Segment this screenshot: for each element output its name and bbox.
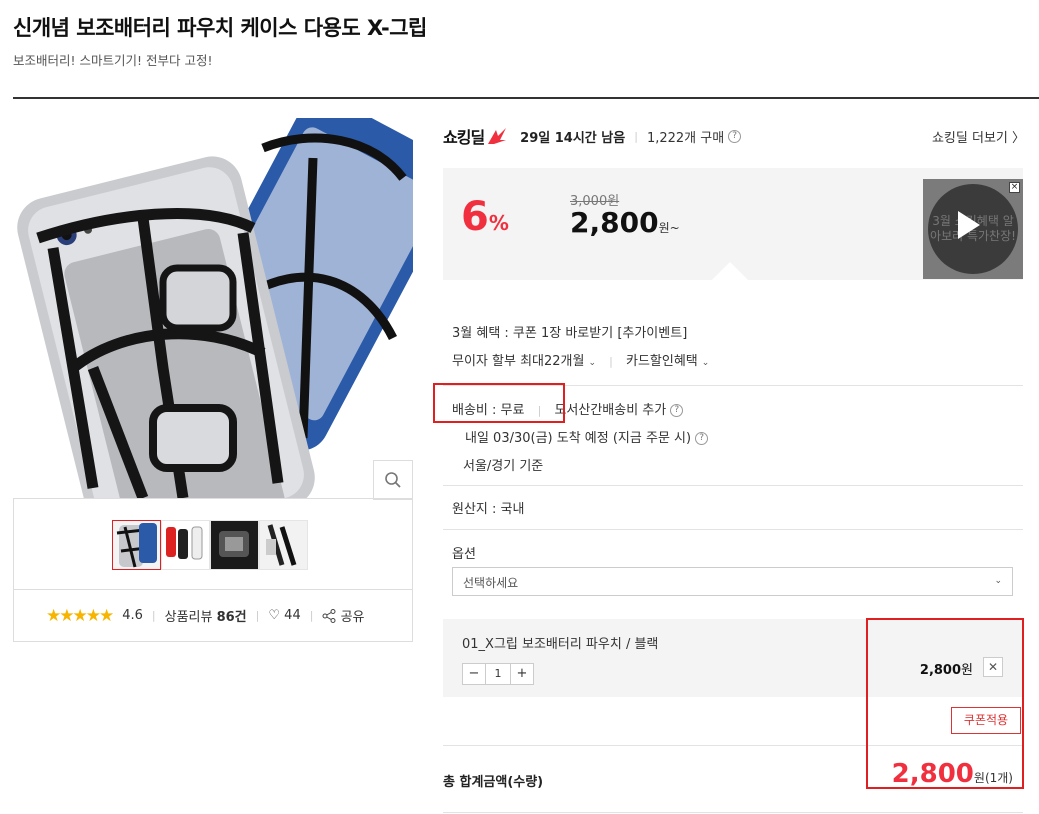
options-label: 옵션 <box>452 547 476 562</box>
remote-shipping-fee: 도서산간배송비 추가 <box>554 403 667 418</box>
divider <box>443 485 1023 486</box>
origin-text: 원산지 : 국내 <box>452 502 525 517</box>
quantity-input[interactable]: 1 <box>485 664 511 684</box>
help-icon[interactable]: ? <box>728 129 742 143</box>
help-icon[interactable]: ? <box>670 404 684 417</box>
increase-button[interactable]: + <box>511 664 533 684</box>
thumbnail-4[interactable] <box>259 520 308 570</box>
share-icon <box>322 609 336 623</box>
like-button[interactable]: ♡ 44 <box>268 608 300 623</box>
option-select[interactable]: 선택하세요 ⌄ <box>452 567 1013 596</box>
total-label: 총 합계금액(수량) <box>443 775 544 790</box>
sale-price: 2,800원~ <box>570 206 680 239</box>
thumbnail-strip <box>13 498 413 590</box>
product-subtitle: 보조배터리! 스마트기기! 전부다 고정! <box>13 53 213 68</box>
price-box-notch <box>712 262 748 280</box>
divider <box>443 529 1023 530</box>
chevron-down-icon: ⌄ <box>994 576 1002 586</box>
arrival-estimate: 내일 03/30(금) 도착 예정 (지금 주문 시)? <box>465 427 709 446</box>
help-icon[interactable]: ? <box>695 432 709 445</box>
chevron-down-icon: ⌄ <box>588 358 596 368</box>
deal-burst-icon <box>488 128 507 144</box>
product-main-image[interactable] <box>13 118 413 498</box>
price-highlight-box <box>866 618 1024 789</box>
thumbnail-3[interactable] <box>210 520 259 570</box>
promo-video-thumbnail[interactable]: 3월 쇼킹혜택 알아보러 특가찬장! × <box>923 179 1023 279</box>
rating-value: 4.6 <box>122 608 143 623</box>
shipping-region: 서울/경기 기준 <box>463 459 544 474</box>
reviews-link[interactable]: 상품리뷰 86건 <box>165 606 247 625</box>
thumbnail-1[interactable] <box>112 520 161 570</box>
thumbnail-2[interactable] <box>161 520 210 570</box>
march-benefit-link[interactable]: 3월 혜택 : 쿠폰 1장 바로받기 [추가이벤트] <box>452 322 687 341</box>
selected-option-name: 01_X그립 보조배터리 파우치 / 블랙 <box>462 637 659 652</box>
purchase-count: 1,222개 구매 <box>646 130 725 146</box>
quantity-stepper: − 1 + <box>462 663 534 685</box>
zoom-button[interactable] <box>373 460 413 500</box>
time-left: 29일 14시간 남음 <box>520 130 626 146</box>
benefits-row: 무이자 할부 최대22개월 ⌄ | 카드할인혜택 ⌄ <box>452 354 710 369</box>
decrease-button[interactable]: − <box>463 664 485 684</box>
star-rating-icon: ★★★★★ <box>46 605 114 626</box>
magnifier-icon <box>385 472 401 488</box>
close-icon[interactable]: × <box>1009 182 1020 193</box>
card-discount-dropdown[interactable]: 카드할인혜택 ⌄ <box>626 354 709 369</box>
shipping-highlight-box <box>433 383 565 423</box>
header-divider <box>13 97 1039 99</box>
shocking-deal-more-link[interactable]: 쇼킹딜 더보기 〉 <box>932 127 1025 146</box>
shocking-deal-logo[interactable]: 쇼킹딜 <box>443 124 508 148</box>
shocking-deal-row: 쇼킹딜 29일 14시간 남음 | 1,222개 구매 ? 쇼킹딜 더보기 〉 <box>443 124 1025 148</box>
play-icon <box>958 211 980 239</box>
product-title: 신개념 보조배터리 파우치 케이스 다용도 X-그립 <box>13 16 427 40</box>
divider <box>443 812 1023 813</box>
share-button[interactable]: 공유 <box>322 606 365 625</box>
installment-dropdown[interactable]: 무이자 할부 최대22개월 ⌄ <box>452 354 596 369</box>
chevron-down-icon: ⌄ <box>701 358 710 368</box>
discount-rate: 6% <box>461 194 509 240</box>
heart-icon: ♡ <box>268 608 281 623</box>
review-bar: ★★★★★ 4.6 | 상품리뷰 86건 | ♡ 44 | 공유 <box>13 590 413 642</box>
